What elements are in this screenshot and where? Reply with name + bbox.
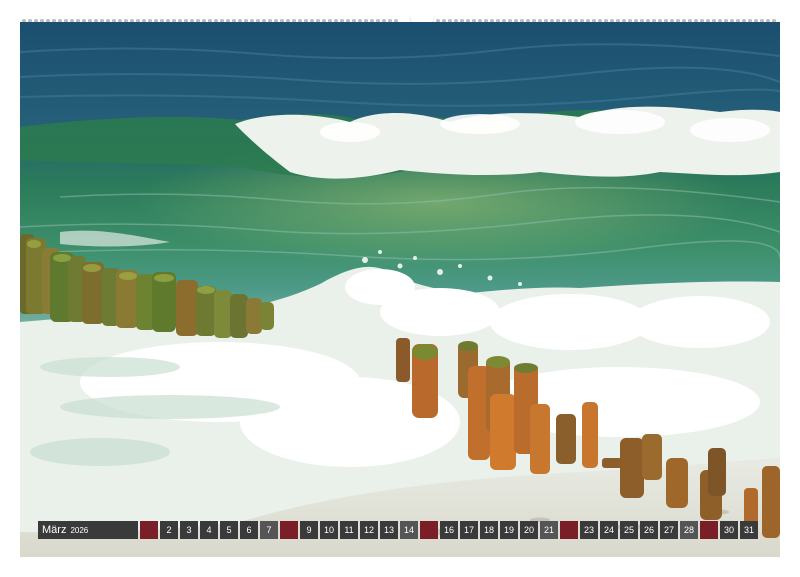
month-label: März 2026 bbox=[38, 521, 138, 539]
day-number: 24 bbox=[603, 525, 614, 535]
day-cell: 12 bbox=[360, 521, 378, 539]
day-cell-sunday bbox=[560, 521, 578, 539]
day-number: 9 bbox=[306, 525, 312, 535]
day-number: 4 bbox=[206, 525, 212, 535]
day-number: 19 bbox=[503, 525, 514, 535]
day-cell-sunday bbox=[140, 521, 158, 539]
day-number: 21 bbox=[543, 525, 554, 535]
day-number: 2 bbox=[166, 525, 172, 535]
day-cell: 5 bbox=[220, 521, 238, 539]
day-cell: 6 bbox=[240, 521, 258, 539]
day-cell: 13 bbox=[380, 521, 398, 539]
day-cell: 10 bbox=[320, 521, 338, 539]
day-number: 11 bbox=[344, 525, 354, 535]
day-number: 3 bbox=[186, 525, 192, 535]
seascape-photo bbox=[20, 22, 780, 557]
day-number: 30 bbox=[723, 525, 734, 535]
day-number: 23 bbox=[583, 525, 594, 535]
day-cell: 17 bbox=[460, 521, 478, 539]
day-cell-sunday bbox=[700, 521, 718, 539]
day-cell-sunday bbox=[420, 521, 438, 539]
day-cell: 21 bbox=[540, 521, 558, 539]
day-cell: 31 bbox=[740, 521, 758, 539]
day-number: 7 bbox=[266, 525, 272, 535]
day-cell: 2 bbox=[160, 521, 178, 539]
day-cell: 11 bbox=[340, 521, 358, 539]
day-cell: 28 bbox=[680, 521, 698, 539]
day-number: 31 bbox=[743, 525, 754, 535]
day-number: 6 bbox=[246, 525, 252, 535]
day-cell: 27 bbox=[660, 521, 678, 539]
day-cell: 9 bbox=[300, 521, 318, 539]
day-cell: 16 bbox=[440, 521, 458, 539]
day-cell: 3 bbox=[180, 521, 198, 539]
calendar-strip: März 2026 2 3 4 5 6 7 9 10 11 12 13 14 16 17 18 19 20 21 2… bbox=[38, 521, 760, 539]
day-cell-sunday bbox=[280, 521, 298, 539]
day-cell: 7 bbox=[260, 521, 278, 539]
day-cell: 25 bbox=[620, 521, 638, 539]
day-number: 27 bbox=[663, 525, 674, 535]
day-cell: 20 bbox=[520, 521, 538, 539]
day-number: 10 bbox=[323, 525, 334, 535]
day-cell: 14 bbox=[400, 521, 418, 539]
day-cell: 18 bbox=[480, 521, 498, 539]
day-number: 13 bbox=[383, 525, 394, 535]
day-cell: 30 bbox=[720, 521, 738, 539]
day-number: 20 bbox=[523, 525, 534, 535]
day-cell: 23 bbox=[580, 521, 598, 539]
day-number: 26 bbox=[643, 525, 654, 535]
day-number: 12 bbox=[363, 525, 374, 535]
year: 2026 bbox=[70, 525, 89, 535]
day-number: 16 bbox=[443, 525, 454, 535]
day-number: 18 bbox=[483, 525, 494, 535]
day-number: 28 bbox=[683, 525, 694, 535]
day-cell: 24 bbox=[600, 521, 618, 539]
day-number: 5 bbox=[226, 525, 232, 535]
calendar-page: März 2026 2 3 4 5 6 7 9 10 11 12 13 14 16 17 18 19 20 21 2… bbox=[0, 0, 800, 577]
day-number: 14 bbox=[403, 525, 414, 535]
day-number: 17 bbox=[463, 525, 474, 535]
day-cells: 2 3 4 5 6 7 9 10 11 12 13 14 16 17 18 19 20 21 23 24 25 26 27 2… bbox=[140, 521, 760, 539]
day-cell: 26 bbox=[640, 521, 658, 539]
day-number: 25 bbox=[623, 525, 634, 535]
month-name: März bbox=[42, 524, 67, 536]
day-cell: 4 bbox=[200, 521, 218, 539]
day-cell: 19 bbox=[500, 521, 518, 539]
